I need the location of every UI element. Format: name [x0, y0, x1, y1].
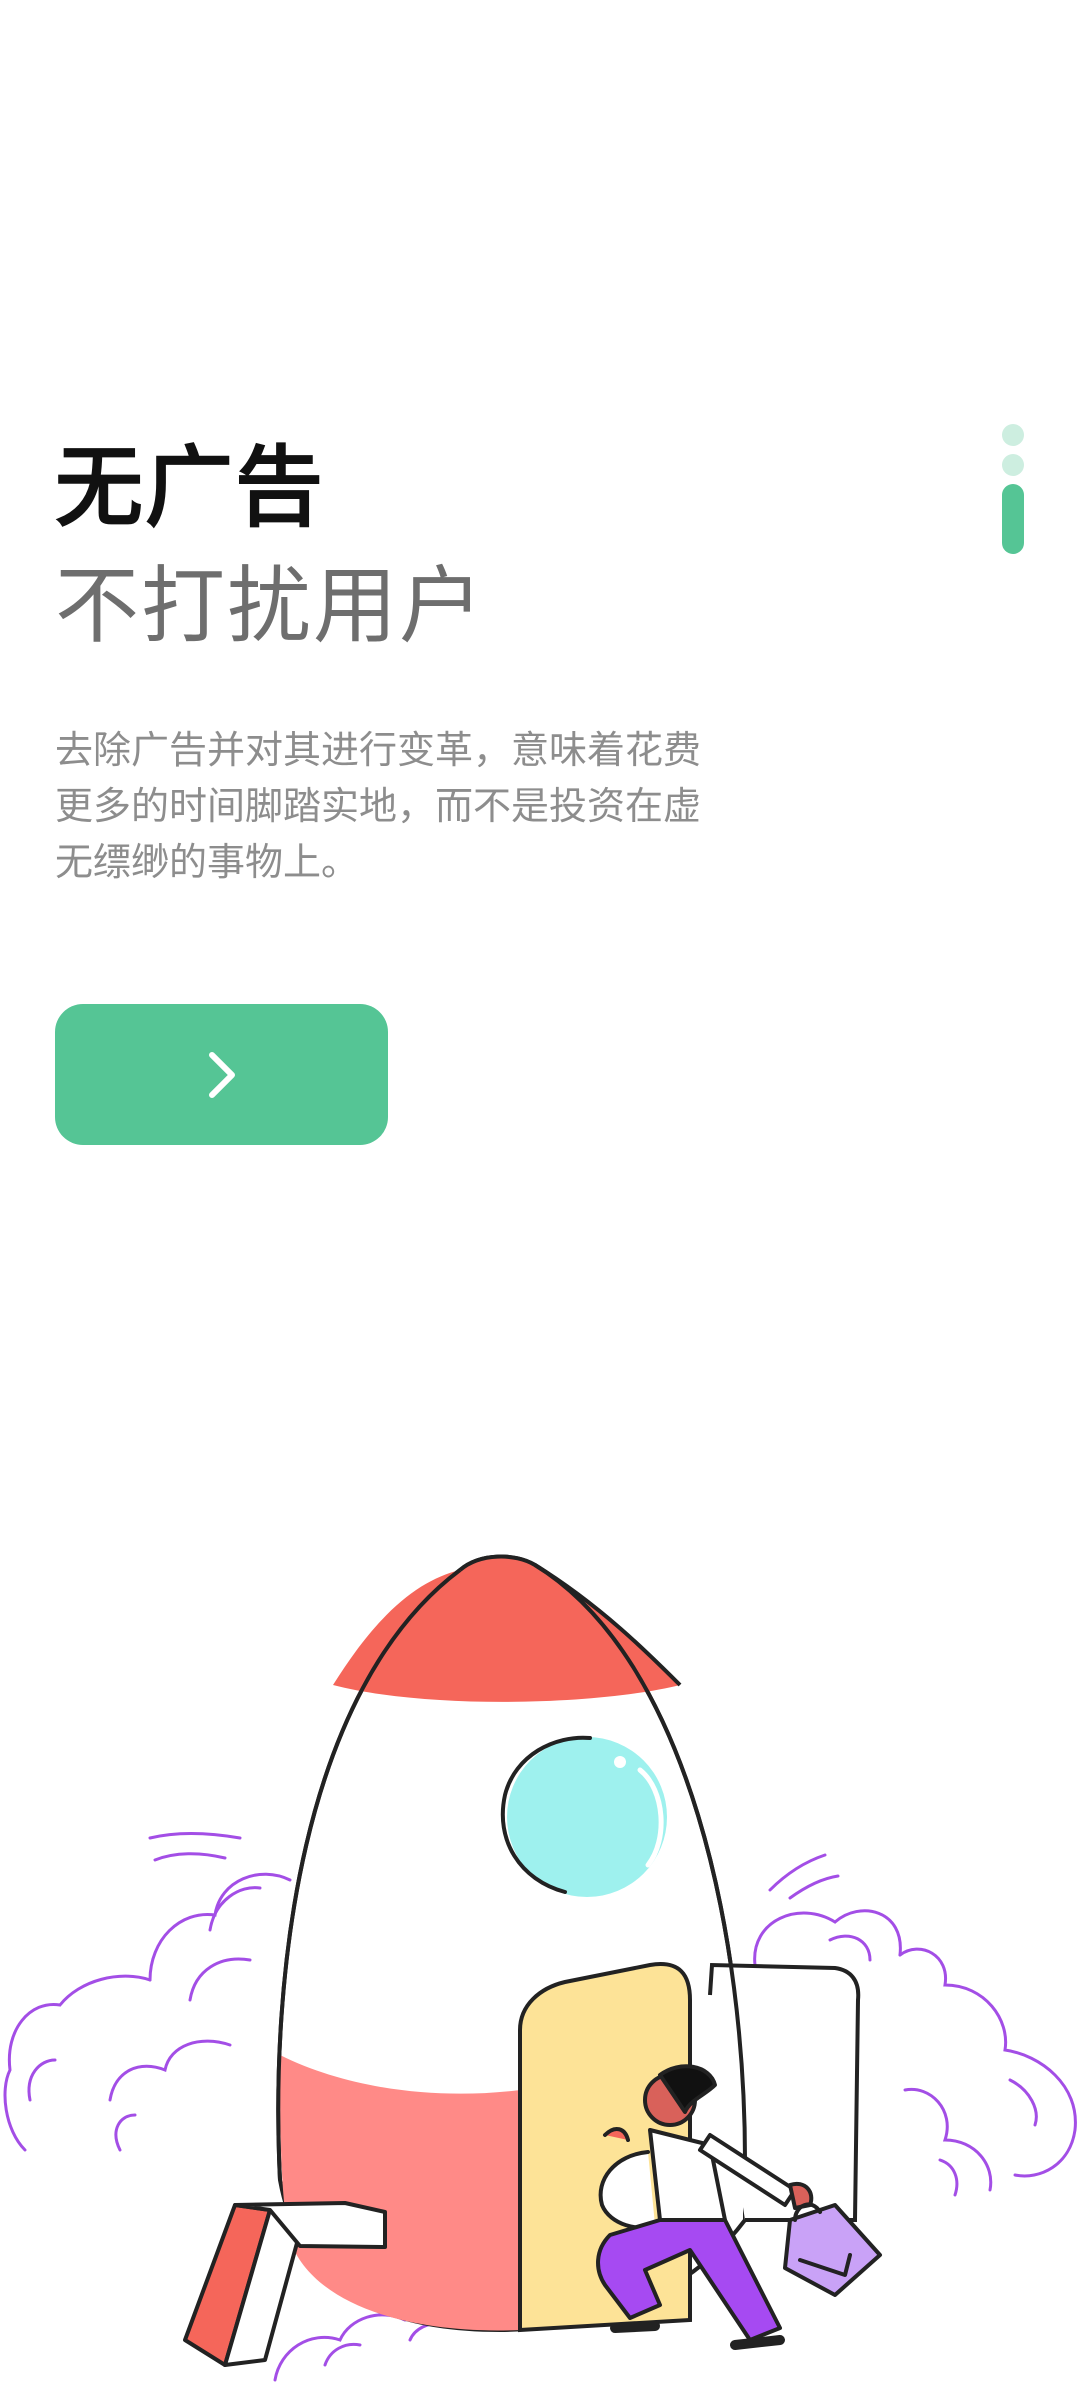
- smoke-cloud-bottom: [273, 2313, 442, 2382]
- page-dot-2: [1002, 454, 1024, 476]
- onboarding-description: 去除广告并对其进行变革，意味着花费更多的时间脚踏实地，而不是投资在虚无缥缈的事物…: [55, 728, 702, 884]
- onboarding-subtitle: 不打扰用户: [55, 557, 486, 655]
- next-button[interactable]: [55, 1004, 388, 1145]
- rocket-bottom-band: [280, 2055, 520, 2331]
- rocket-nose: [333, 1556, 680, 1702]
- handbag-icon: [783, 2203, 882, 2297]
- page-dot-active: [1002, 484, 1024, 554]
- chevron-right-icon: [208, 1051, 235, 1098]
- rocket-launch-illustration: [3, 1554, 1077, 2382]
- smoke-cloud-left: [3, 1832, 292, 2152]
- page-dot-1: [1002, 424, 1024, 446]
- page-indicator: [1000, 424, 1026, 554]
- onboarding-title: 无广告: [55, 436, 326, 539]
